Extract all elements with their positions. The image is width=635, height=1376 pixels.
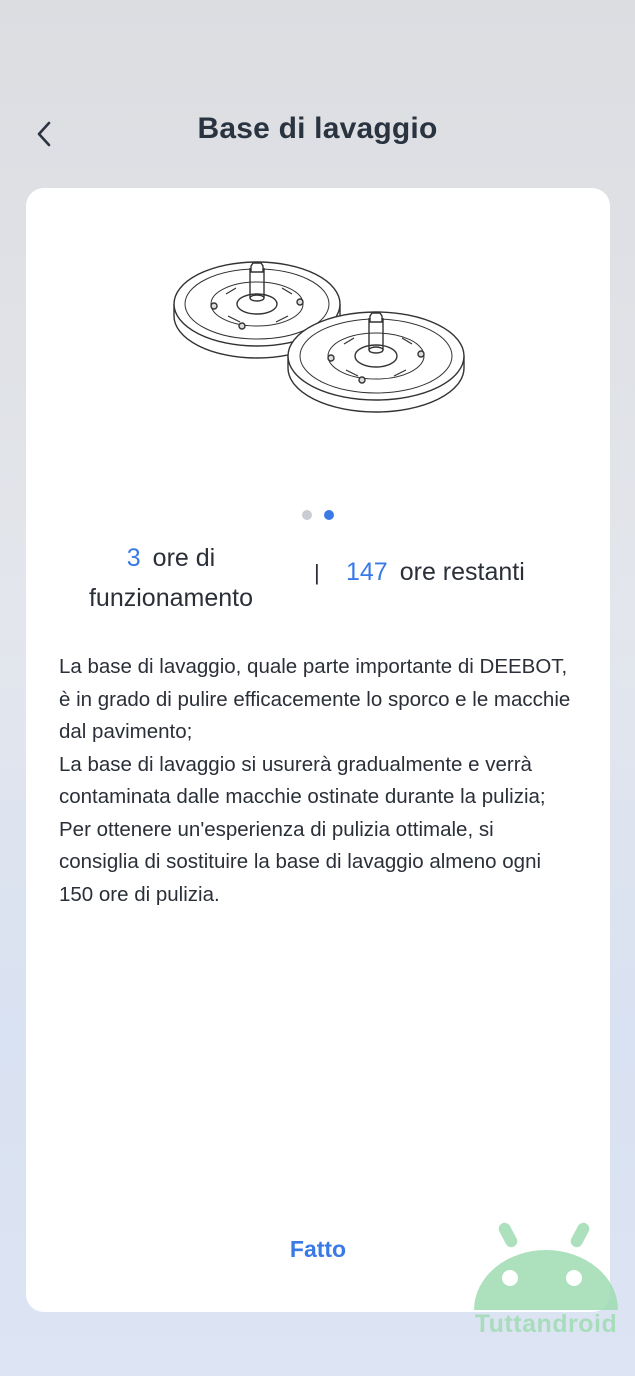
android-robot-icon [474, 1222, 618, 1310]
stats-separator: | [314, 560, 320, 585]
hours-used-label: ore di funzionamento [88, 544, 253, 612]
carousel-dot-2-active[interactable] [324, 510, 334, 520]
description-paragraph: La base di lavaggio, quale parte importa… [59, 655, 571, 743]
content-card: 3 ore di funzionamento | 147 ore restanti … [26, 188, 610, 1312]
hours-remaining: 147 ore restanti [346, 558, 606, 587]
usage-stats: 3 ore di funzionamento | 147 ore restanti [26, 538, 610, 618]
description-text: La base di lavaggio, quale parte importa… [59, 651, 579, 911]
description-paragraph: Per ottenere un'esperienza di pulizia ot… [59, 817, 542, 906]
top-bar: Base di lavaggio [0, 0, 635, 180]
description-paragraph: La base di lavaggio si usurerà gradualme… [59, 752, 546, 809]
watermark: Tuttandroid [466, 1218, 626, 1348]
carousel-dot-1[interactable] [302, 510, 312, 520]
hours-remaining-label: ore restanti [399, 558, 525, 586]
mop-pads-illustration [173, 261, 465, 413]
hours-used-value: 3 [126, 544, 141, 572]
page-title: Base di lavaggio [197, 112, 438, 145]
carousel-indicator [26, 510, 610, 520]
hours-remaining-value: 147 [346, 558, 388, 586]
watermark-text: Tuttandroid [474, 1310, 618, 1338]
hours-used: 3 ore di funzionamento [56, 538, 286, 618]
